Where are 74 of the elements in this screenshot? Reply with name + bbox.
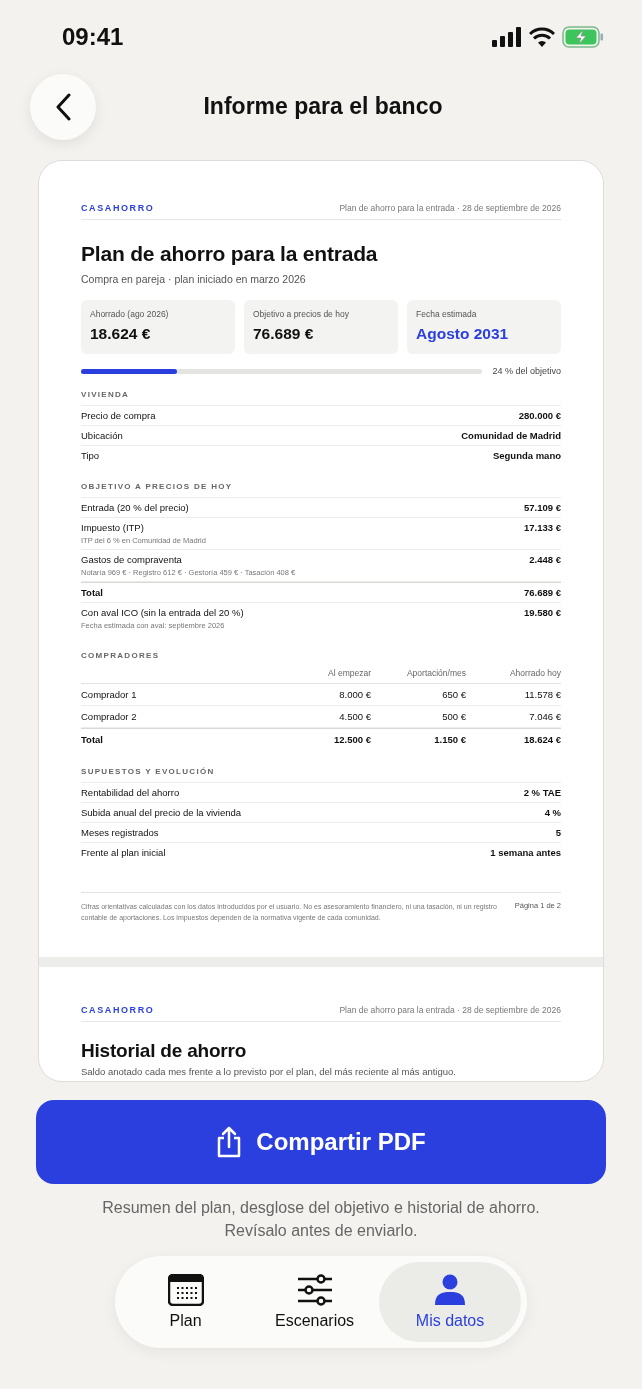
calendar-icon: [167, 1274, 204, 1307]
tab[interactable]: Escenarios: [250, 1262, 380, 1343]
caption-text: Revísalo antes de enviarlo.: [224, 1221, 418, 1242]
progress-label: 24 % del objetivo: [492, 366, 561, 376]
table-cell-text: 11.578 €: [523, 689, 561, 700]
row-value: 76.689 €: [524, 587, 561, 598]
section-title: OBJETIVO A PRECIOS DE HOY: [81, 482, 561, 498]
row-label: Impuesto (ITP): [81, 522, 145, 533]
page-header-text: Plan de ahorro para la entrada · 28 de septiembre de 2026: [339, 203, 561, 213]
tab[interactable]: Mis datos: [379, 1262, 521, 1343]
row-value: 57.109 €: [524, 502, 561, 513]
row-label: Rentabilidad del ahorro: [81, 787, 180, 798]
stat-label: Ahorrado (ago 2026): [90, 309, 170, 319]
person-icon: [435, 1274, 466, 1307]
stat-label: Objetivo a precios de hoy: [253, 309, 350, 319]
sliders-icon: [296, 1274, 333, 1307]
table-cell-text: 12.500 €: [333, 734, 371, 745]
status-time: 09:41: [62, 23, 124, 51]
report-subtitle: Compra en pareja · plan iniciado en marzo 2026: [81, 273, 307, 285]
page-header-text: Plan de ahorro para la entrada · 28 de septiembre de 2026: [339, 1005, 561, 1016]
stat-value: 76.689 €: [253, 325, 315, 343]
row-label: Gastos de compraventa: [81, 554, 183, 565]
row-label: Entrada (20 % del precio): [81, 502, 189, 513]
row-label: Precio de compra: [81, 410, 156, 421]
section-title: COMPRADORES: [81, 651, 161, 662]
column-header: Al empezar: [327, 668, 371, 678]
row-label: Meses registrados: [81, 827, 159, 838]
table-cell-text: 7.046 €: [528, 711, 561, 722]
table-cell-text: 4.500 €: [338, 711, 371, 722]
table-cell-text: 18.624 €: [523, 734, 561, 745]
row-value: 2 % TAE: [523, 787, 561, 798]
column-header: Aportación/mes: [405, 668, 466, 678]
stat-label: Fecha estimada: [416, 309, 478, 319]
table-cell-text: 8.000 €: [338, 689, 371, 700]
brand-name: CASAHORRO: [81, 1005, 155, 1016]
report-title: Plan de ahorro para la entrada: [81, 242, 379, 266]
stat-value: Agosto 2031: [416, 325, 510, 343]
stat-value: 18.624 €: [90, 325, 152, 343]
row-label: Frente al plan inicial: [81, 847, 166, 858]
share-pdf-button[interactable]: Compartir PDF: [36, 1100, 606, 1185]
wifi-icon: [529, 27, 555, 47]
report-subtitle: Saldo anotado cada mes frente a lo previsto por el plan, del más reciente al más antiguo.: [81, 1066, 457, 1078]
table-cell-text: Comprador 2: [81, 711, 138, 722]
row-value: 2.448 €: [529, 554, 561, 565]
row-value: 1 semana antes: [490, 847, 561, 858]
row-label: Con aval ICO (sin la entrada del 20 %): [81, 607, 244, 618]
section-title: VIVIENDA: [81, 390, 561, 406]
row-value: 280.000 €: [518, 410, 561, 421]
table-cell-text: 1.150 €: [433, 734, 466, 745]
row-value: Segunda mano: [492, 450, 561, 461]
brand-name: CASAHORRO: [81, 203, 155, 213]
row-label: Tipo: [81, 450, 100, 461]
battery-icon: [562, 26, 604, 48]
row-value: 19.580 €: [524, 607, 561, 618]
signal-icon: [492, 27, 522, 47]
row-label: Ubicación: [81, 430, 123, 441]
row-label: Total: [81, 587, 103, 598]
report-title: Historial de ahorro: [81, 1040, 248, 1063]
screen-title: Informe para el banco: [203, 92, 443, 120]
row-value: Comunidad de Madrid: [461, 430, 561, 441]
share-icon: [216, 1126, 243, 1159]
tab[interactable]: Plan: [121, 1262, 251, 1343]
table-cell-text: 500 €: [441, 711, 466, 722]
row-label: Subida anual del precio de la vivienda: [81, 807, 242, 818]
back-chevron-icon: [55, 93, 71, 121]
table-cell-text: 650 €: [441, 689, 466, 700]
column-header: Ahorrado hoy: [508, 668, 561, 678]
table-cell-text: Total: [81, 734, 104, 745]
row-value: 17.133 €: [524, 522, 561, 533]
row-value: 5: [555, 827, 561, 838]
row-value: 4 %: [544, 807, 561, 818]
section-title: SUPUESTOS Y EVOLUCIÓN: [81, 767, 561, 783]
table-cell-text: Comprador 1: [81, 689, 138, 700]
caption-text: Resumen del plan, desglose del objetivo e historial de ahorro.: [102, 1198, 540, 1219]
